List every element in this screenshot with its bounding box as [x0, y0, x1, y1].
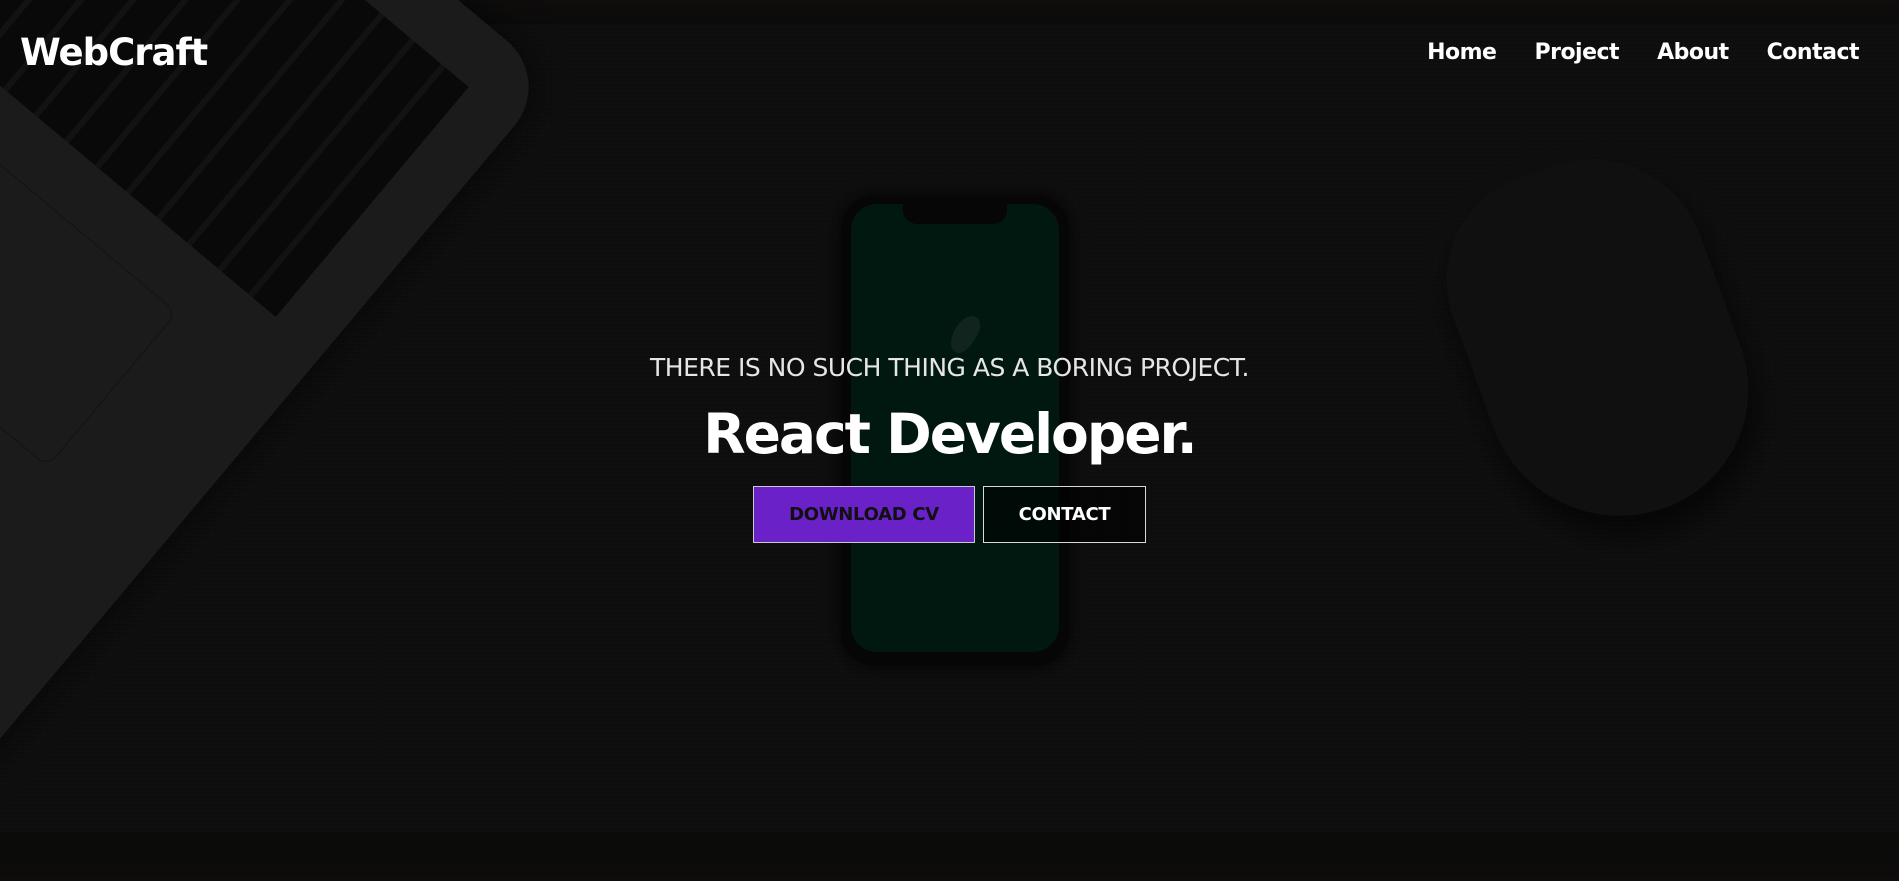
nav-item-about[interactable]: About — [1657, 38, 1729, 68]
hero-buttons: DOWNLOAD CV CONTACT — [0, 486, 1899, 543]
main-nav: Home Project About Contact — [1427, 38, 1859, 68]
page: WebCraft Home Project About Contact THER… — [0, 0, 1899, 881]
hero-title: React Developer. — [703, 402, 1197, 466]
nav-item-project[interactable]: Project — [1534, 38, 1619, 68]
site-header: WebCraft Home Project About Contact — [0, 0, 1899, 106]
nav-item-contact[interactable]: Contact — [1767, 38, 1860, 68]
contact-button[interactable]: CONTACT — [983, 486, 1146, 543]
hero-tagline: THERE IS NO SUCH THING AS A BORING PROJE… — [650, 353, 1249, 382]
site-logo[interactable]: WebCraft — [20, 30, 208, 76]
download-cv-button[interactable]: DOWNLOAD CV — [753, 486, 975, 543]
hero-section: THERE IS NO SUCH THING AS A BORING PROJE… — [0, 340, 1899, 543]
nav-item-home[interactable]: Home — [1427, 38, 1497, 68]
